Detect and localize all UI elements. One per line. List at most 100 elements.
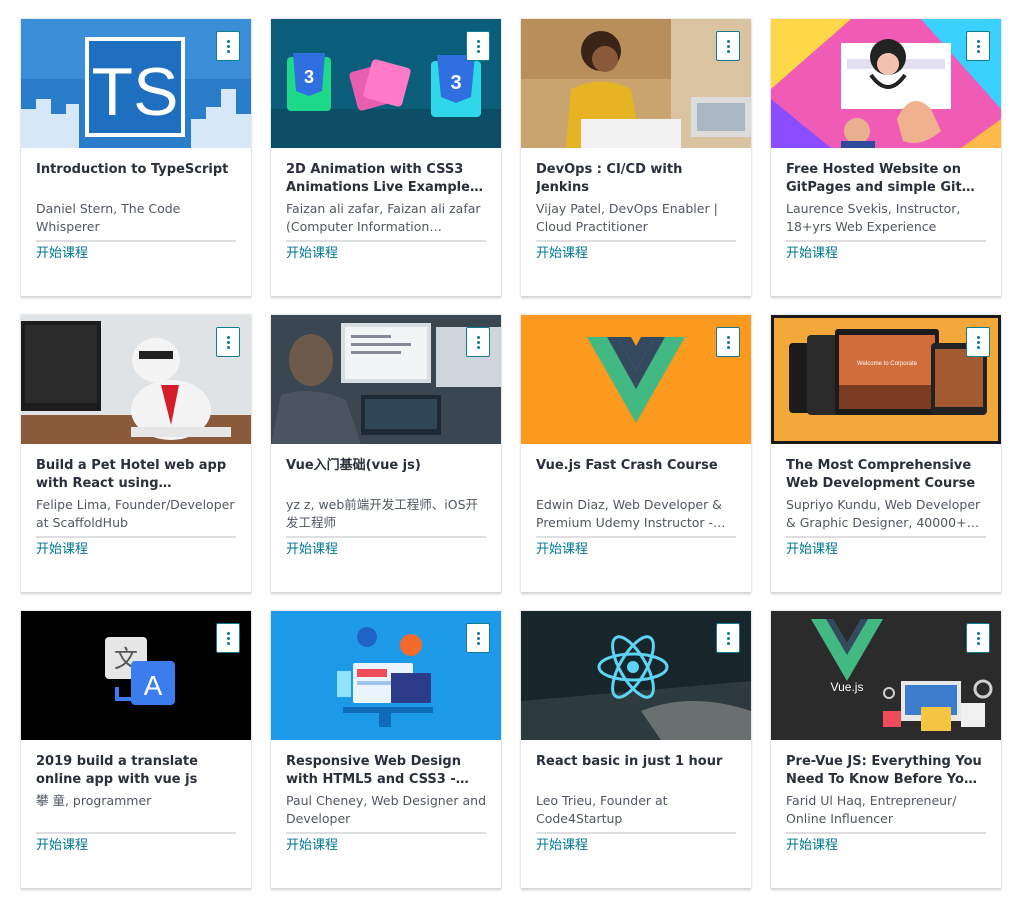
course-thumbnail[interactable] xyxy=(271,315,501,444)
course-thumbnail[interactable]: TS xyxy=(21,19,251,148)
course-title[interactable]: Free Hosted Website on GitPages and simp… xyxy=(786,161,986,197)
course-card[interactable]: Free Hosted Website on GitPages and simp… xyxy=(771,19,1001,296)
translate-a-glyph: A xyxy=(144,670,163,701)
course-thumbnail[interactable]: Vue.js xyxy=(771,611,1001,740)
start-course-link[interactable]: 开始课程 xyxy=(536,541,588,559)
card-menu-button[interactable] xyxy=(716,31,740,61)
svg-text:3: 3 xyxy=(304,67,314,87)
course-title[interactable]: 2D Animation with CSS3 Animations Live E… xyxy=(286,161,486,197)
course-title[interactable]: Build a Pet Hotel web app with React usi… xyxy=(36,457,236,493)
course-thumbnail[interactable] xyxy=(521,611,751,740)
card-menu-button[interactable] xyxy=(966,31,990,61)
progress-divider xyxy=(286,832,486,834)
more-vertical-icon xyxy=(726,39,730,53)
card-menu-button[interactable] xyxy=(216,31,240,61)
course-title[interactable]: 2019 build a translate online app with v… xyxy=(36,753,236,789)
more-vertical-icon xyxy=(226,631,230,645)
card-menu-button[interactable] xyxy=(466,327,490,357)
progress-divider xyxy=(286,536,486,538)
start-course-link[interactable]: 开始课程 xyxy=(36,837,88,855)
progress-divider xyxy=(36,832,236,834)
progress-divider xyxy=(536,240,736,242)
course-author: yz z, web前端开发工程师、iOS开发工程师 xyxy=(286,497,479,530)
start-course-link[interactable]: 开始课程 xyxy=(286,837,338,855)
start-course-link[interactable]: 开始课程 xyxy=(36,245,88,263)
more-vertical-icon xyxy=(976,335,980,349)
progress-divider xyxy=(536,832,736,834)
start-course-link[interactable]: 开始课程 xyxy=(536,837,588,855)
course-title[interactable]: The Most Comprehensive Web Development C… xyxy=(786,457,986,493)
more-vertical-icon xyxy=(226,335,230,349)
progress-divider xyxy=(786,240,986,242)
course-thumbnail[interactable] xyxy=(21,315,251,444)
course-title[interactable]: Responsive Web Design with HTML5 and CSS… xyxy=(286,753,486,789)
card-menu-button[interactable] xyxy=(716,327,740,357)
more-vertical-icon xyxy=(976,631,980,645)
course-card[interactable]: Responsive Web Design with HTML5 and CSS… xyxy=(271,611,501,888)
start-course-link[interactable]: 开始课程 xyxy=(536,245,588,263)
course-card[interactable]: DevOps : CI/CD with Jenkins Vijay Patel,… xyxy=(521,19,751,296)
course-title[interactable]: Introduction to TypeScript xyxy=(36,161,236,197)
course-card[interactable]: Welcome to Corporate The Most Comprehens… xyxy=(771,315,1001,592)
course-author: Farid Ul Haq, Entrepreneur/ Online Influ… xyxy=(786,793,957,826)
start-course-link[interactable]: 开始课程 xyxy=(786,837,838,855)
course-card[interactable]: Vue入门基础(vue js) yz z, web前端开发工程师、iOS开发工程… xyxy=(271,315,501,592)
start-course-link[interactable]: 开始课程 xyxy=(36,541,88,559)
course-author: Leo Trieu, Founder at Code4Startup xyxy=(536,793,668,826)
course-author: Edwin Diaz, Web Developer & Premium Udem… xyxy=(536,497,722,530)
card-menu-button[interactable] xyxy=(216,327,240,357)
progress-divider xyxy=(36,536,236,538)
more-vertical-icon xyxy=(476,631,480,645)
course-card[interactable]: TS Introduction to TypeScript Daniel Ste… xyxy=(21,19,251,296)
course-title[interactable]: DevOps : CI/CD with Jenkins xyxy=(536,161,736,197)
course-card[interactable]: Vue.js Pre-Vue JS: Everything You Need T… xyxy=(771,611,1001,888)
more-vertical-icon xyxy=(726,335,730,349)
course-title[interactable]: Vue.js Fast Crash Course xyxy=(536,457,736,493)
progress-divider xyxy=(36,240,236,242)
course-author: Daniel Stern, The Code Whisperer xyxy=(36,201,181,234)
course-card[interactable]: React basic in just 1 hour Leo Trieu, Fo… xyxy=(521,611,751,888)
course-author: Faizan ali zafar, Faizan ali zafar (Comp… xyxy=(286,201,481,234)
progress-divider xyxy=(286,240,486,242)
start-course-link[interactable]: 开始课程 xyxy=(786,245,838,263)
course-author: Vijay Patel, DevOps Enabler | Cloud Prac… xyxy=(536,201,718,234)
course-card[interactable]: Build a Pet Hotel web app with React usi… xyxy=(21,315,251,592)
card-menu-button[interactable] xyxy=(466,31,490,61)
course-author: Supriyo Kundu, Web Developer & Graphic D… xyxy=(786,497,981,530)
card-menu-button[interactable] xyxy=(216,623,240,653)
start-course-link[interactable]: 开始课程 xyxy=(786,541,838,559)
course-card[interactable]: 3 3 2D Animation with CSS3 Animations Li… xyxy=(271,19,501,296)
more-vertical-icon xyxy=(476,39,480,53)
more-vertical-icon xyxy=(726,631,730,645)
course-thumbnail[interactable]: 3 3 xyxy=(271,19,501,148)
card-menu-button[interactable] xyxy=(966,327,990,357)
course-card[interactable]: 文 A 2019 build a translate online app wi… xyxy=(21,611,251,888)
course-title[interactable]: Pre-Vue JS: Everything You Need To Know … xyxy=(786,753,986,789)
course-author: 攀 童, programmer xyxy=(36,793,152,808)
course-card[interactable]: Vue.js Fast Crash Course Edwin Diaz, Web… xyxy=(521,315,751,592)
progress-divider xyxy=(786,536,986,538)
course-grid: TS Introduction to TypeScript Daniel Ste… xyxy=(0,0,1032,899)
course-thumbnail[interactable] xyxy=(521,19,751,148)
course-author: Laurence Svekis, Instructor, 18+yrs Web … xyxy=(786,201,961,234)
course-title[interactable]: React basic in just 1 hour xyxy=(536,753,736,789)
card-menu-button[interactable] xyxy=(966,623,990,653)
card-menu-button[interactable] xyxy=(716,623,740,653)
more-vertical-icon xyxy=(226,39,230,53)
progress-divider xyxy=(786,832,986,834)
progress-divider xyxy=(536,536,736,538)
svg-text:3: 3 xyxy=(450,72,461,94)
course-thumbnail[interactable]: Welcome to Corporate xyxy=(771,315,1001,444)
course-thumbnail[interactable] xyxy=(771,19,1001,148)
more-vertical-icon xyxy=(476,335,480,349)
card-menu-button[interactable] xyxy=(466,623,490,653)
start-course-link[interactable]: 开始课程 xyxy=(286,245,338,263)
course-thumbnail[interactable]: 文 A xyxy=(21,611,251,740)
course-thumbnail[interactable] xyxy=(521,315,751,444)
start-course-link[interactable]: 开始课程 xyxy=(286,541,338,559)
more-vertical-icon xyxy=(976,39,980,53)
course-title[interactable]: Vue入门基础(vue js) xyxy=(286,457,486,493)
ts-logo-text: TS xyxy=(92,54,179,130)
course-thumbnail[interactable] xyxy=(271,611,501,740)
course-author: Felipe Lima, Founder/Developer at Scaffo… xyxy=(36,497,235,530)
